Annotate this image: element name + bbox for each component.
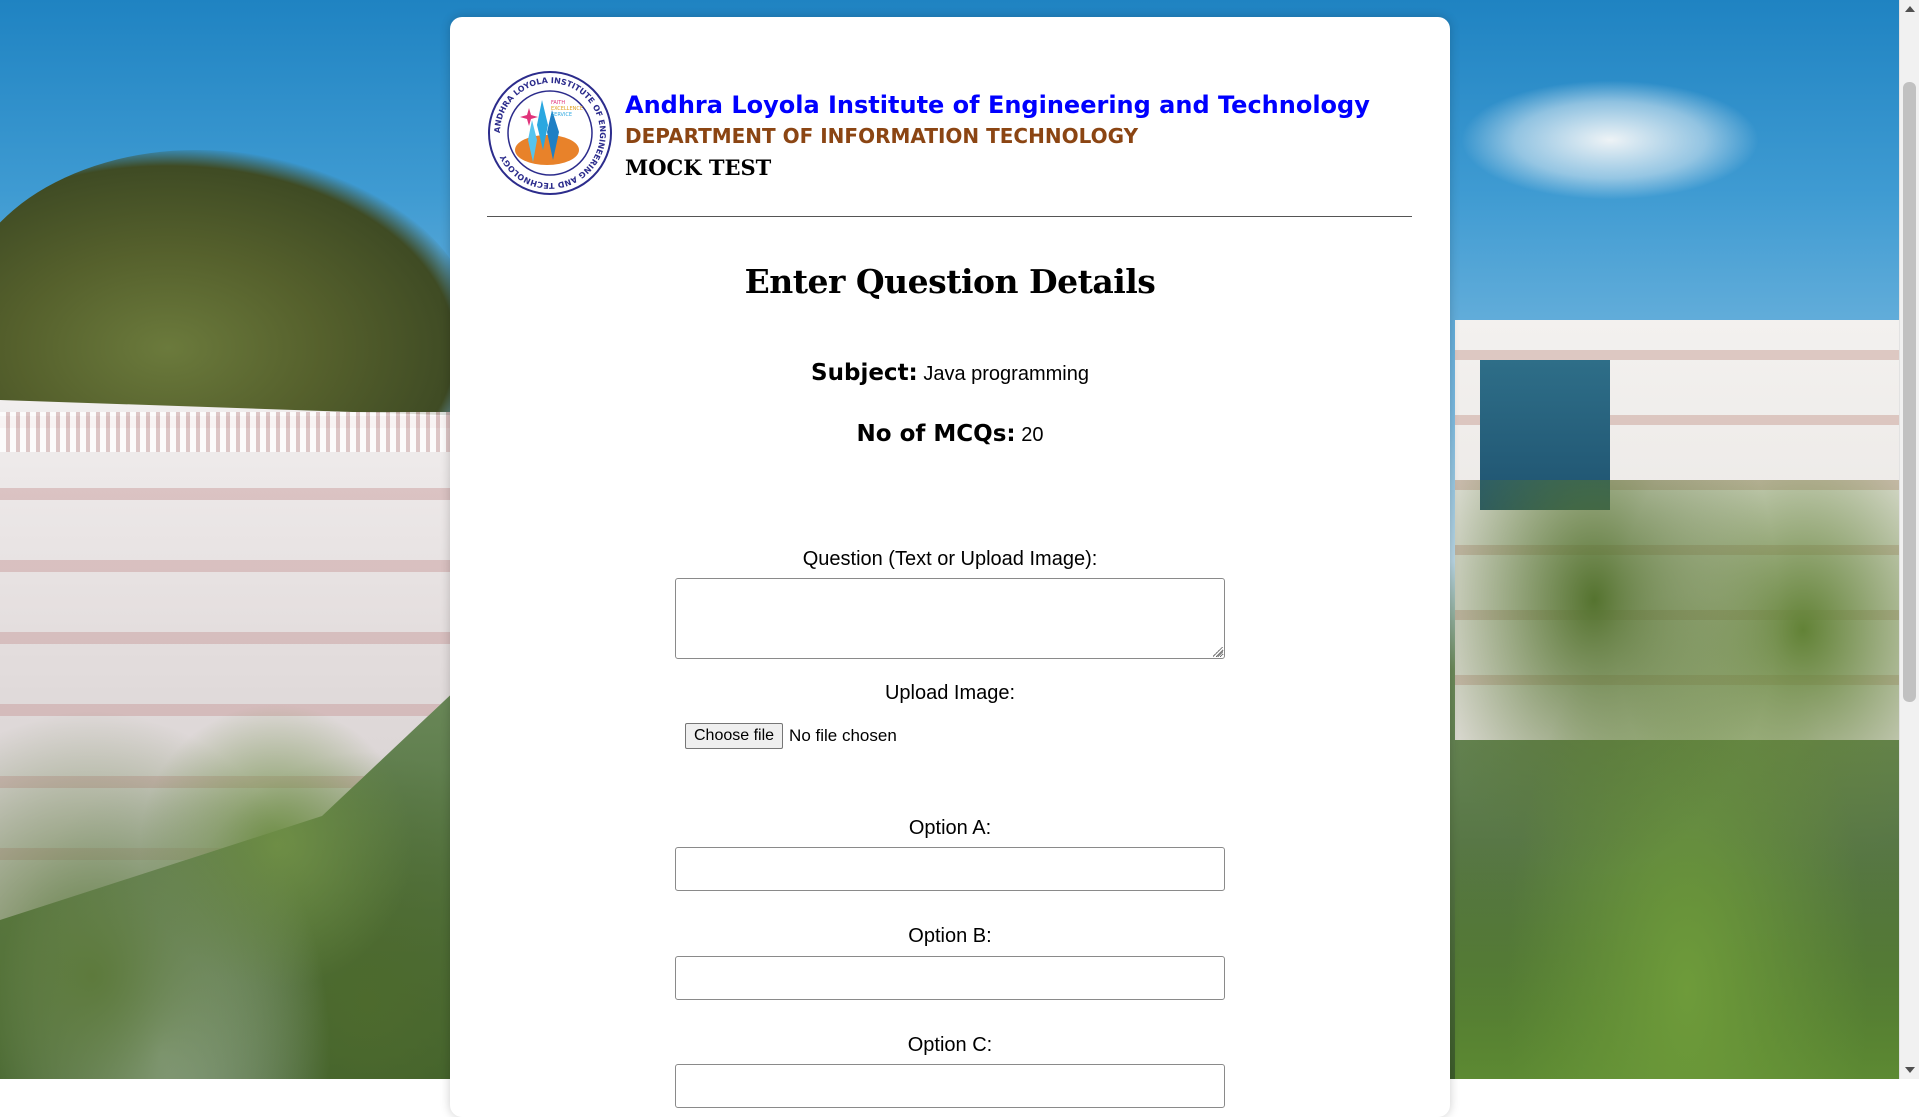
file-input[interactable]: Choose file No file chosen — [685, 723, 897, 749]
right-trees — [1455, 480, 1919, 1079]
option-c-label: Option C: — [907, 1034, 993, 1056]
scroll-up-arrow-icon[interactable] — [1905, 6, 1915, 12]
scroll-down-arrow-icon[interactable] — [1905, 1067, 1915, 1073]
choose-file-button[interactable]: Choose file — [685, 723, 784, 749]
subject-row: Subject: Java programming — [450, 360, 1450, 386]
file-status-text: No file chosen — [789, 726, 897, 745]
page-title: Enter Question Details — [744, 262, 1156, 301]
mcq-count-row: No of MCQs: 20 — [450, 421, 1450, 447]
option-b-label: Option B: — [908, 925, 992, 947]
logo-motto-service: SERVICE — [551, 112, 572, 118]
mcq-count-value: 20 — [1021, 424, 1044, 446]
question-label: Question (Text or Upload Image): — [802, 548, 1098, 570]
upload-image-label: Upload Image: — [884, 682, 1016, 704]
header-divider — [487, 216, 1412, 217]
header-text: Andhra Loyola Institute of Engineering a… — [625, 90, 1370, 184]
question-textarea[interactable] — [675, 578, 1225, 659]
department-name: DEPARTMENT OF INFORMATION TECHNOLOGY — [625, 124, 1139, 148]
subject-value: Java programming — [923, 363, 1089, 385]
mcq-count-label: No of MCQs: — [856, 421, 1016, 447]
left-trees — [0, 560, 460, 1079]
scrollbar-thumb[interactable] — [1903, 82, 1916, 702]
option-c-input[interactable] — [675, 1064, 1225, 1108]
left-building-railing — [0, 412, 460, 452]
page-subtitle: MOCK TEST — [625, 155, 772, 180]
question-form-card: ANDHRA LOYOLA INSTITUTE OF ENGINEERING A… — [450, 17, 1450, 1117]
option-b-input[interactable] — [675, 956, 1225, 1000]
institute-name: Andhra Loyola Institute of Engineering a… — [625, 91, 1370, 119]
subject-label: Subject: — [811, 360, 918, 386]
cloud — [1460, 80, 1760, 200]
page-scrollbar[interactable] — [1899, 0, 1919, 1079]
page-header: ANDHRA LOYOLA INSTITUTE OF ENGINEERING A… — [487, 54, 1412, 195]
option-a-label: Option A: — [908, 817, 992, 839]
institute-logo: ANDHRA LOYOLA INSTITUTE OF ENGINEERING A… — [488, 71, 612, 195]
option-a-input[interactable] — [675, 847, 1225, 891]
